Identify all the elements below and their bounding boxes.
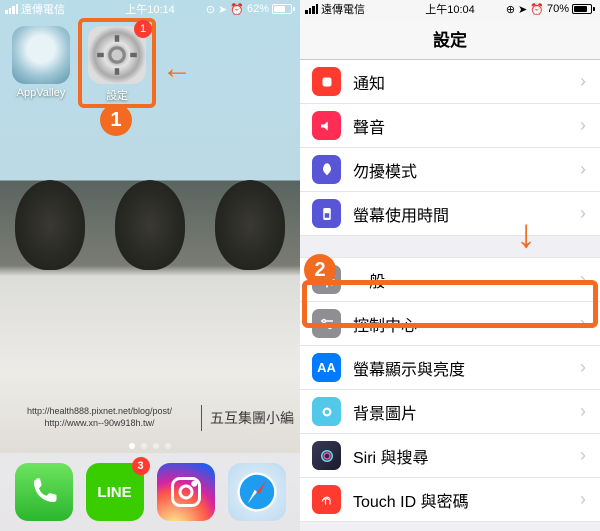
row-touchid[interactable]: Touch ID 與密碼 › [300,478,600,522]
annotation-highlight-2 [302,280,598,328]
signal-icon [5,4,18,14]
row-siri[interactable]: Siri 與搜尋 › [300,434,600,478]
settings-list: 通知 › 聲音 › 勿擾模式 › 螢幕使用時間 › [300,60,600,236]
chevron-icon: › [580,115,586,136]
watermark: http://health888.pixnet.net/blog/post/ h… [0,405,300,431]
settings-label: 設定 [88,87,146,103]
appvalley-label: AppValley [12,87,70,99]
chevron-icon: › [580,203,586,224]
alarm2-icon: ⏰ [530,3,544,16]
annotation-step-2: 2 [304,254,336,286]
row-wallpaper[interactable]: 背景圖片 › [300,390,600,434]
alarm-icon: ⊙ [206,3,215,16]
battery-icon [572,4,595,14]
battery-pct: 70% [547,3,569,15]
alarm-icon: ⊕ [506,3,515,16]
dock-safari[interactable] [228,463,286,521]
page-title: 設定 [300,18,600,60]
row-screentime[interactable]: 螢幕使用時間 › [300,192,600,236]
notifications-icon [312,67,341,96]
chevron-icon: › [580,489,586,510]
chevron-icon: › [580,445,586,466]
app-appvalley[interactable]: AppValley [12,26,70,103]
row-sounds[interactable]: 聲音 › [300,104,600,148]
screentime-icon [312,199,341,228]
wallpaper-cat [0,180,300,280]
annotation-arrow-1: ← [162,52,192,86]
home-screen: 遠傳電信 上午10:14 ⊙ ➤ ⏰ 62% AppValley 1 設定 ← … [0,0,300,531]
display-icon: AA [312,353,341,382]
settings-icon: 1 [88,26,146,84]
clock: 上午10:14 [125,1,175,17]
annotation-step-1: 1 [100,104,132,136]
carrier-label: 遠傳電信 [321,1,365,17]
location-icon: ➤ [518,3,527,16]
row-display[interactable]: AA 螢幕顯示與亮度 › [300,346,600,390]
wallpaper-icon [312,397,341,426]
chevron-icon: › [580,71,586,92]
sound-icon [312,111,341,140]
carrier-label: 遠傳電信 [21,1,65,17]
signal-icon [305,4,318,14]
settings-badge: 1 [134,20,152,38]
row-dnd[interactable]: 勿擾模式 › [300,148,600,192]
touchid-icon [312,485,341,514]
battery-icon [272,4,295,14]
line-badge: 3 [132,457,150,475]
dock-instagram[interactable] [157,463,215,521]
battery-pct: 62% [247,3,269,15]
appvalley-icon [12,26,70,84]
location-icon: ➤ [218,3,227,16]
dock-line[interactable]: LINE 3 [86,463,144,521]
watermark-url2: http://www.xn--90w918h.tw/ [6,418,193,430]
chevron-icon: › [580,159,586,180]
dock: LINE 3 [0,453,300,531]
status-bar: 遠傳電信 上午10:04 ⊕ ➤ ⏰ 70% [300,0,600,18]
watermark-url1: http://health888.pixnet.net/blog/post/ [6,406,193,418]
settings-screen: 遠傳電信 上午10:04 ⊕ ➤ ⏰ 70% 設定 通知 › 聲音 › 勿擾模式… [300,0,600,531]
dock-phone[interactable] [15,463,73,521]
chevron-icon: › [580,357,586,378]
app-settings[interactable]: 1 設定 [88,26,146,103]
clock: 上午10:04 [425,1,475,17]
row-notifications[interactable]: 通知 › [300,60,600,104]
alarm2-icon: ⏰ [230,3,244,16]
watermark-name: 五互集團小編 [210,408,294,428]
status-bar: 遠傳電信 上午10:14 ⊙ ➤ ⏰ 62% [0,0,300,18]
line-label: LINE [97,484,131,501]
dnd-icon [312,155,341,184]
page-indicator[interactable] [0,443,300,449]
annotation-arrow-2: ↓ [516,212,536,257]
siri-icon [312,441,341,470]
chevron-icon: › [580,401,586,422]
